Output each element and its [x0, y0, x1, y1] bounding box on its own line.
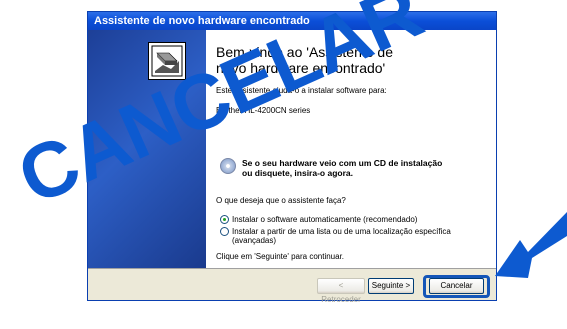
arrow-icon — [495, 212, 567, 278]
